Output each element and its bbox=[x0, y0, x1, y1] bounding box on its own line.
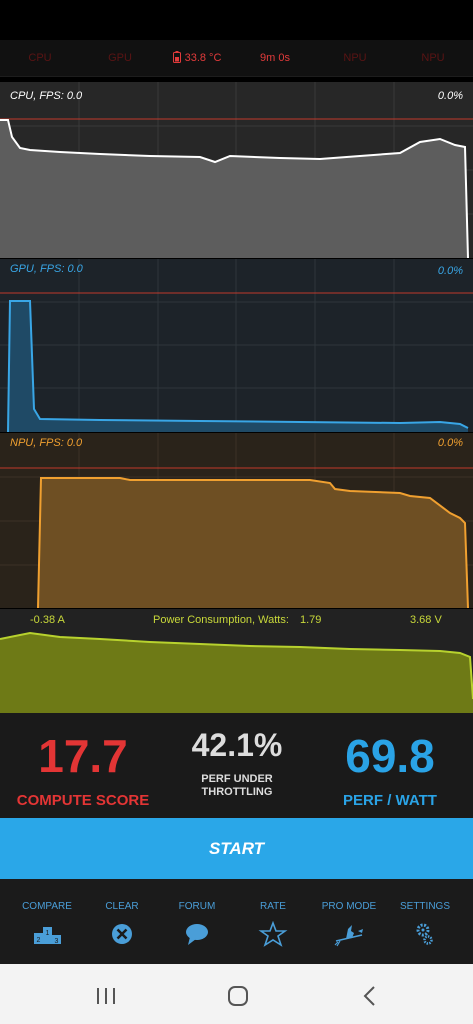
forum-label: FORUM bbox=[178, 901, 216, 912]
gpu-graph-label: GPU, FPS: 0.0 bbox=[10, 263, 83, 275]
cpu-graph-percent: 0.0% bbox=[437, 90, 463, 102]
pro-mode-label: PRO MODE bbox=[321, 901, 377, 912]
recent-apps-icon[interactable] bbox=[94, 986, 118, 1006]
settings-label: SETTINGS bbox=[399, 901, 450, 912]
rate-label: RATE bbox=[260, 901, 286, 912]
throttle-label-line2: THROTTLING bbox=[201, 786, 273, 798]
rate-button[interactable]: RATE bbox=[234, 879, 312, 964]
power-current: -0.38 A bbox=[30, 614, 65, 626]
chat-bubble-icon bbox=[186, 924, 208, 945]
power-voltage: 3.68 V bbox=[410, 614, 442, 626]
bottom-nav: COMPARE 2 1 3 CLEAR FORUM RATE PRO MODE bbox=[0, 879, 473, 964]
npu-graph-label: NPU, FPS: 0.0 bbox=[10, 437, 83, 449]
cpu-graph: CPU, FPS: 0.0 0.0% bbox=[0, 82, 473, 258]
monitor-top-bar: CPU GPU 33.8 °C 9m 0s NPU NPU bbox=[0, 40, 473, 77]
gpu-graph-canvas bbox=[0, 259, 473, 432]
svg-text:3: 3 bbox=[55, 938, 59, 945]
cpu-indicator: CPU bbox=[28, 52, 52, 64]
svg-text:2: 2 bbox=[37, 937, 41, 944]
compare-button[interactable]: COMPARE 2 1 3 bbox=[8, 879, 86, 964]
compute-score-label: COMPUTE SCORE bbox=[16, 792, 150, 809]
elapsed-time: 9m 0s bbox=[260, 52, 290, 64]
home-icon[interactable] bbox=[226, 984, 250, 1008]
npu-area bbox=[38, 478, 468, 608]
compute-score-value: 17.7 bbox=[38, 730, 128, 782]
perf-watt-value: 69.8 bbox=[345, 730, 435, 782]
star-icon bbox=[258, 921, 288, 947]
gpu-line bbox=[7, 300, 469, 432]
svg-text:1: 1 bbox=[46, 930, 50, 937]
system-navigation-bar bbox=[0, 964, 473, 1024]
compute-score-block: 17.7 COMPUTE SCORE bbox=[8, 733, 158, 809]
battery-icon bbox=[172, 51, 181, 63]
forum-button[interactable]: FORUM bbox=[158, 879, 236, 964]
cpu-graph-label: CPU, FPS: 0.0 bbox=[10, 90, 83, 102]
system-status-bar bbox=[0, 0, 473, 40]
gpu-indicator: GPU bbox=[108, 52, 132, 64]
throttle-score-block: 42.1% PERF UNDER THROTTLING bbox=[172, 729, 302, 799]
podium-icon: 2 1 3 bbox=[34, 927, 61, 945]
temperature-readout: 33.8 °C bbox=[162, 40, 232, 76]
cpu-area bbox=[0, 120, 468, 258]
back-icon[interactable] bbox=[360, 984, 380, 1008]
gpu-graph-percent: 0.0% bbox=[437, 265, 463, 277]
settings-button[interactable]: SETTINGS bbox=[386, 879, 464, 964]
power-info-row: -0.38 A Power Consumption, Watts: 1.79 3… bbox=[0, 610, 473, 630]
score-panel: 17.7 COMPUTE SCORE 42.1% PERF UNDER THRO… bbox=[0, 713, 473, 818]
gpu-grid bbox=[0, 259, 473, 432]
power-title: Power Consumption, Watts: bbox=[153, 614, 289, 626]
clear-button[interactable]: CLEAR bbox=[83, 879, 161, 964]
gpu-area bbox=[8, 301, 468, 432]
npu-indicator-1: NPU bbox=[343, 52, 367, 64]
witch-icon bbox=[334, 925, 363, 947]
throttle-score-value: 42.1% bbox=[191, 727, 283, 763]
clear-x-icon bbox=[112, 924, 132, 944]
start-button[interactable]: START bbox=[0, 818, 473, 879]
npu-graph-canvas bbox=[0, 433, 473, 608]
gpu-graph: GPU, FPS: 0.0 0.0% bbox=[0, 259, 473, 432]
pro-mode-button[interactable]: PRO MODE bbox=[310, 879, 388, 964]
gears-icon bbox=[416, 923, 433, 945]
compare-label: COMPARE bbox=[22, 901, 72, 912]
perf-watt-block: 69.8 PERF / WATT bbox=[315, 733, 465, 809]
cpu-graph-canvas bbox=[0, 82, 473, 258]
power-watts: 1.79 bbox=[300, 614, 322, 626]
npu-graph: NPU, FPS: 0.0 0.0% bbox=[0, 433, 473, 608]
throttle-label-line1: PERF UNDER bbox=[201, 773, 273, 785]
temperature-value: 33.8 °C bbox=[184, 52, 222, 64]
perf-watt-label: PERF / WATT bbox=[343, 792, 437, 809]
clear-label: CLEAR bbox=[105, 901, 139, 912]
npu-graph-percent: 0.0% bbox=[437, 437, 463, 449]
npu-indicator-2: NPU bbox=[421, 52, 445, 64]
